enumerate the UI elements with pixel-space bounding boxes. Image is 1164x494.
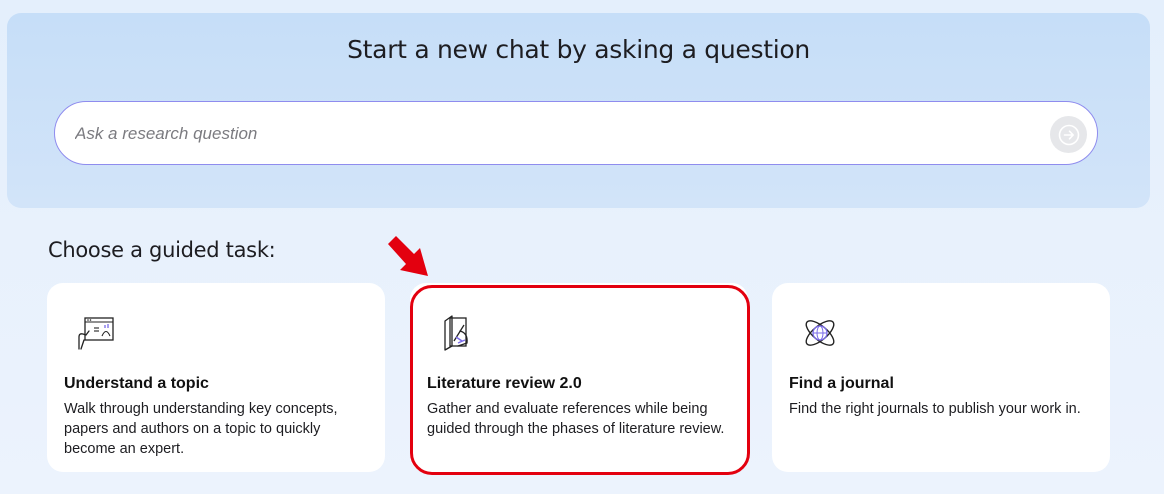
hero-title: Start a new chat by asking a question	[347, 35, 810, 64]
card-find-journal[interactable]: Find a journal Find the right journals t…	[772, 283, 1110, 472]
card-description: Gather and evaluate references while bei…	[427, 401, 725, 437]
card-literature-review[interactable]: Literature review 2.0 Gather and evaluat…	[410, 283, 748, 472]
card-title: Understand a topic	[64, 375, 209, 392]
search-box[interactable]	[54, 101, 1098, 166]
card-description: Find the right journals to publish your …	[789, 401, 1081, 417]
journal-globe-icon	[805, 320, 835, 346]
guided-task-heading: Choose a guided task:	[48, 238, 276, 262]
red-arrow-icon	[388, 236, 428, 276]
hero-panel: Start a new chat by asking a question	[7, 13, 1150, 208]
card-understand-topic[interactable]: Understand a topic Walk through understa…	[47, 283, 385, 472]
card-title: Literature review 2.0	[427, 375, 582, 392]
card-title: Find a journal	[789, 375, 894, 392]
topic-presentation-icon	[78, 317, 114, 350]
card-description: Walk through understanding key concepts,…	[64, 401, 338, 457]
research-question-input[interactable]	[73, 102, 1037, 166]
arrow-right-icon	[1058, 124, 1079, 145]
submit-button[interactable]	[1050, 116, 1087, 153]
literature-review-icon	[444, 315, 468, 351]
